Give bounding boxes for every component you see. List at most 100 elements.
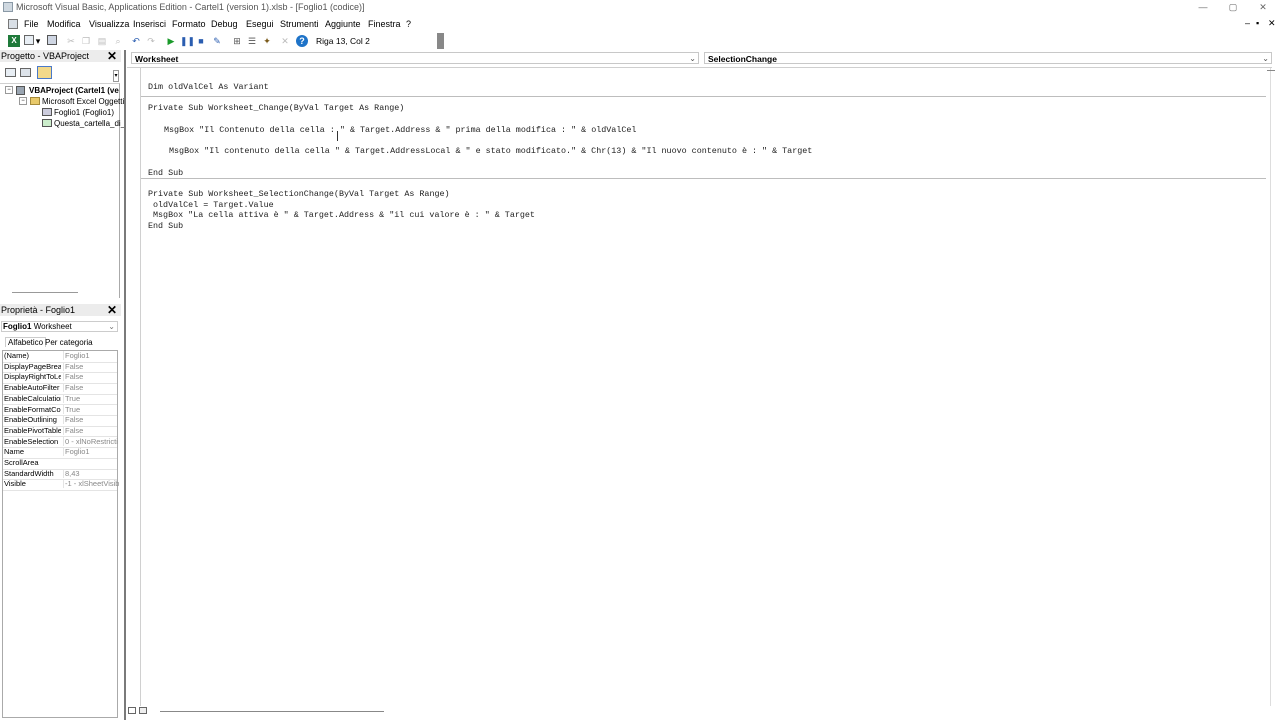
menu-strumenti[interactable]: Strumenti: [280, 19, 319, 29]
code-line-msgbox-2[interactable]: MsgBox "Il contenuto della cella " & Tar…: [169, 146, 812, 156]
code-line-end-sub-2[interactable]: End Sub: [148, 221, 183, 231]
find-icon[interactable]: ⌕: [112, 35, 124, 47]
procedure-separator: [141, 178, 1266, 179]
object-browser-icon[interactable]: ✦: [261, 35, 273, 47]
menu-debug[interactable]: Debug: [211, 19, 238, 29]
code-line-assign[interactable]: oldValCel = Target.Value: [153, 200, 274, 210]
menu-esegui[interactable]: Esegui: [246, 19, 274, 29]
code-top-border: [127, 67, 1272, 68]
tree-this-workbook[interactable]: Questa_cartella_di_: [54, 119, 125, 128]
insert-module-icon[interactable]: [24, 35, 34, 45]
property-value[interactable]: True: [63, 393, 119, 403]
code-line-dim[interactable]: Dim oldValCel As Variant: [148, 82, 269, 92]
menu-finestra[interactable]: Finestra: [368, 19, 401, 29]
project-explorer-icon[interactable]: ⊞: [231, 35, 243, 47]
menu-file[interactable]: File: [24, 19, 39, 29]
property-value[interactable]: True: [63, 404, 119, 414]
paste-icon[interactable]: ▤: [96, 35, 108, 47]
undo-icon[interactable]: ↶: [130, 35, 142, 47]
tree-foglio1[interactable]: Foglio1 (Foglio1): [54, 108, 114, 117]
tab-alfabetico[interactable]: Alfabetico: [5, 337, 47, 347]
property-name: EnableSelection: [4, 436, 59, 446]
menu-help[interactable]: ?: [406, 19, 411, 29]
toggle-folders-icon[interactable]: [37, 66, 52, 79]
code-horizontal-scrollbar-thumb[interactable]: [160, 711, 384, 712]
redo-icon[interactable]: ↷: [145, 35, 157, 47]
toolbar-grip[interactable]: [437, 33, 444, 49]
property-value[interactable]: False: [63, 361, 119, 371]
view-object-icon[interactable]: [20, 68, 31, 77]
project-panel-title: Progetto - VBAProject: [1, 51, 90, 61]
tree-expand-folder[interactable]: −: [19, 97, 27, 105]
tree-vbaproject[interactable]: VBAProject (Cartel1 (ve: [29, 86, 119, 95]
maximize-button[interactable]: ▢: [1226, 1, 1240, 13]
close-project-panel-button[interactable]: ✕: [106, 50, 118, 62]
close-window-button[interactable]: ✕: [1256, 1, 1270, 13]
menu-aggiunte[interactable]: Aggiunte: [325, 19, 361, 29]
code-line-sub-selectionchange[interactable]: Private Sub Worksheet_SelectionChange(By…: [148, 189, 450, 199]
project-tree-hscroll[interactable]: [12, 292, 78, 293]
procedure-view-icon[interactable]: [128, 707, 136, 714]
copy-icon[interactable]: ❐: [80, 35, 92, 47]
break-icon[interactable]: ❚❚: [180, 35, 195, 47]
close-properties-panel-button[interactable]: ✕: [106, 304, 118, 316]
tree-expand-root[interactable]: −: [5, 86, 13, 94]
view-code-icon[interactable]: [5, 68, 16, 77]
minimize-button[interactable]: —: [1196, 1, 1210, 13]
mdi-close-button[interactable]: ✕: [1268, 18, 1276, 29]
save-icon[interactable]: [47, 35, 57, 45]
menu-formato[interactable]: Formato: [172, 19, 206, 29]
property-value[interactable]: False: [63, 415, 119, 425]
object-combo-value: Worksheet: [135, 54, 179, 64]
chevron-down-icon: ⌄: [108, 322, 115, 331]
help-icon[interactable]: ?: [296, 35, 308, 47]
dropdown-arrow-icon[interactable]: ▾: [35, 35, 41, 47]
menu-inserisci[interactable]: Inserisci: [133, 19, 166, 29]
object-combo[interactable]: Worksheet ⌄: [131, 52, 699, 64]
project-panel-vscroll-grip[interactable]: ▾: [113, 70, 119, 82]
menu-modifica[interactable]: Modifica: [47, 19, 81, 29]
property-value[interactable]: 8,43: [63, 468, 119, 478]
excel-view-icon[interactable]: X: [8, 35, 20, 47]
full-module-view-icon[interactable]: [139, 707, 147, 714]
toolbox-icon[interactable]: ✕: [279, 35, 291, 47]
property-value[interactable]: Foglio1: [63, 447, 119, 457]
reset-icon[interactable]: ■: [195, 35, 207, 47]
code-window-icon[interactable]: [8, 19, 18, 29]
tree-excel-objects[interactable]: Microsoft Excel Oggetti: [42, 97, 124, 106]
cut-icon[interactable]: ✂: [65, 35, 77, 47]
code-vertical-scrollbar[interactable]: [1270, 68, 1279, 706]
property-value[interactable]: False: [63, 383, 119, 393]
tab-per-categoria[interactable]: Per categoria: [45, 338, 93, 347]
chevron-down-icon: ⌄: [689, 54, 696, 63]
object-selector[interactable]: Foglio1 Worksheet ⌄: [1, 321, 118, 332]
code-line-msgbox-3[interactable]: MsgBox "La cella attiva è " & Target.Add…: [153, 210, 535, 220]
property-name: (Name): [4, 351, 30, 360]
property-name: EnableAutoFilter: [4, 383, 60, 393]
vscroll-thumb[interactable]: [1267, 70, 1275, 71]
worksheet-icon: [42, 108, 52, 116]
properties-window-icon[interactable]: ☰: [246, 35, 258, 47]
properties-panel-header: Proprietà - Foglio1: [0, 304, 121, 316]
standard-toolbar: X ▾ ✂ ❐ ▤ ⌕ ↶ ↷ ▶ ❚❚ ■ ✎ ⊞ ☰ ✦ ✕ ? Riga …: [0, 33, 445, 49]
code-line-end-sub-1[interactable]: End Sub: [148, 168, 183, 178]
code-line-sub-change[interactable]: Private Sub Worksheet_Change(ByVal Targe…: [148, 103, 404, 113]
folder-icon: [30, 97, 40, 105]
property-value[interactable]: Foglio1: [63, 351, 119, 360]
property-value[interactable]: False: [63, 425, 119, 435]
property-value[interactable]: False: [63, 372, 119, 382]
property-value[interactable]: -1 - xlSheetVisib: [63, 479, 119, 489]
run-icon[interactable]: ▶: [165, 35, 177, 47]
property-name: EnableFormatCon: [4, 404, 61, 414]
procedure-combo-value: SelectionChange: [708, 54, 777, 64]
mdi-minimize-button[interactable]: –: [1245, 18, 1250, 28]
menu-visualizza[interactable]: Visualizza: [89, 19, 129, 29]
mdi-restore-button[interactable]: ▪: [1256, 18, 1259, 28]
procedure-combo[interactable]: SelectionChange ⌄: [704, 52, 1272, 64]
code-margin-divider: [140, 68, 141, 706]
property-value[interactable]: 0 - xlNoRestricti: [63, 436, 119, 446]
design-mode-icon[interactable]: ✎: [211, 35, 223, 47]
vba-app-icon: [3, 2, 13, 12]
property-row[interactable]: Visible -1 - xlSheetVisib: [3, 479, 119, 491]
code-line-msgbox-1[interactable]: MsgBox "Il Contenuto della cella : " & T…: [164, 125, 636, 135]
